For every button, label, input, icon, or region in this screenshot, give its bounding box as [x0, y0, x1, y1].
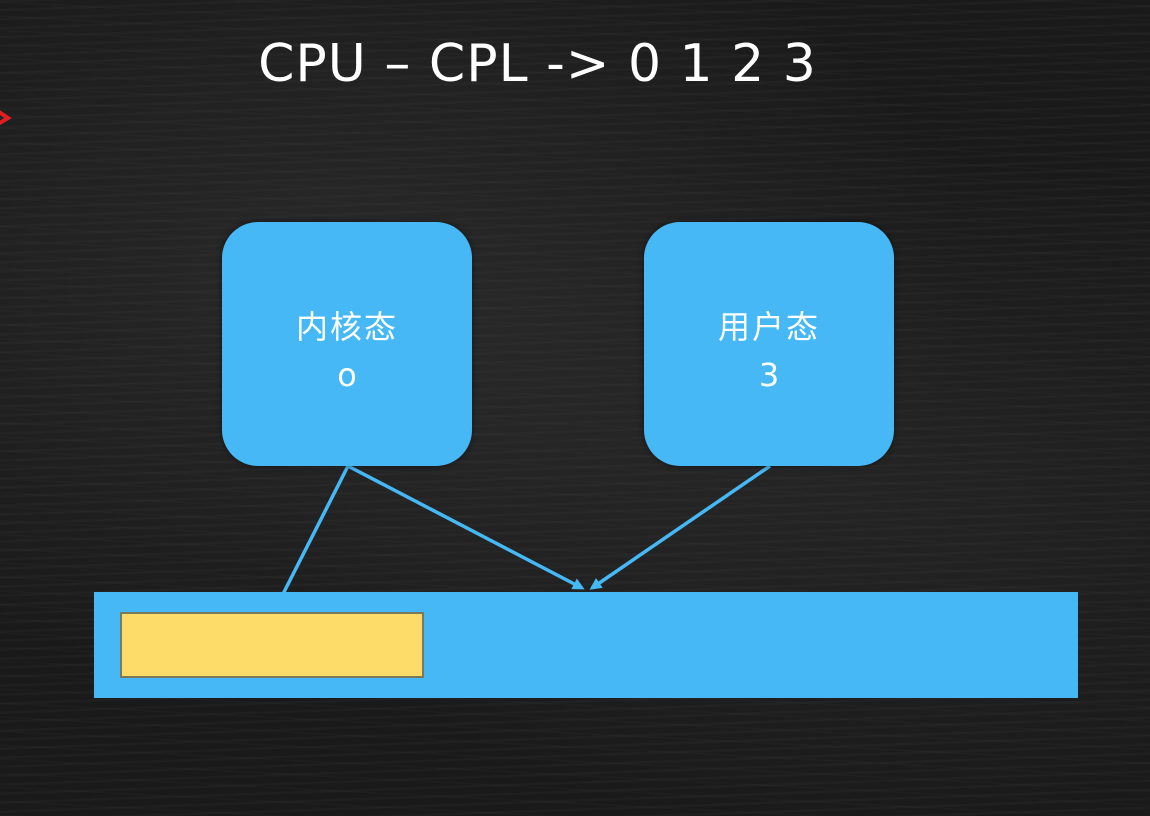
- chalkboard-slide: CPU – CPL -> 0 1 2 3 内核态 o 用户态 3: [0, 0, 1150, 816]
- kernel-mode-box: 内核态 o: [222, 222, 472, 466]
- kernel-to-memory-arrow: [347, 464, 585, 590]
- kernel-mode-level: o: [337, 356, 357, 394]
- user-mode-level: 3: [758, 356, 780, 394]
- user-to-memory-arrow: [589, 464, 771, 590]
- memory-space-bar: [94, 592, 1078, 698]
- user-mode-box: 用户态 3: [644, 222, 894, 466]
- kernel-mode-label: 内核态: [295, 308, 398, 346]
- user-mode-label: 用户态: [717, 308, 820, 346]
- kernel-memory-segment: [120, 612, 424, 678]
- kernel-to-segment-line: [281, 465, 350, 595]
